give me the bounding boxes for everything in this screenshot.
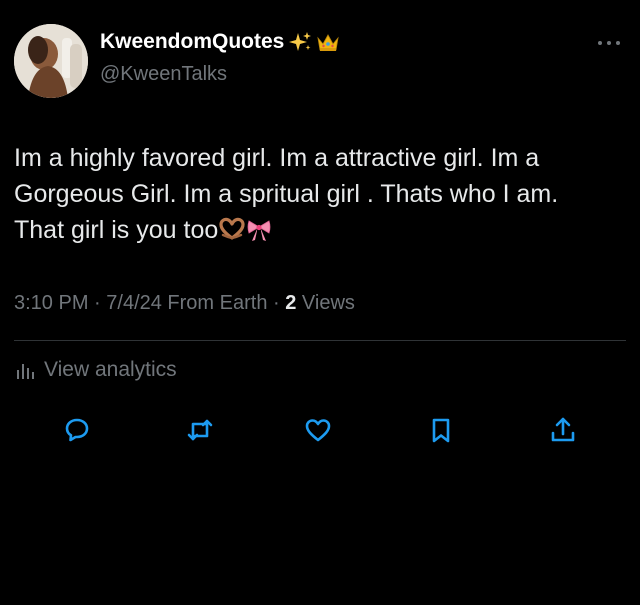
action-bar <box>0 410 640 454</box>
sparkles-icon <box>288 30 312 54</box>
views-count: 2 <box>285 292 297 314</box>
tweet-text-line: Gorgeous Girl. Im a spritual girl . That… <box>14 180 559 208</box>
tweet-text-line: Im a highly favored girl. Im a attractiv… <box>14 144 540 172</box>
tweet-text-line: That girl is you too <box>14 216 219 244</box>
bookmark-icon <box>432 418 450 443</box>
author-handle[interactable]: @KweenTalks <box>100 63 227 86</box>
meta-separator: · <box>267 292 286 314</box>
tweet-source: From Earth <box>161 292 268 314</box>
reply-button[interactable] <box>57 410 97 450</box>
analytics-icon <box>17 364 34 379</box>
meta-separator: · <box>88 292 107 314</box>
reply-icon <box>65 418 89 442</box>
avatar-image <box>14 24 88 98</box>
retweet-button[interactable] <box>180 410 220 450</box>
heart-hands-icon <box>219 216 245 242</box>
tweet-text: Im a highly favored girl. Im a attractiv… <box>14 140 626 248</box>
bookmark-button[interactable] <box>421 410 461 450</box>
ribbon-icon <box>246 216 272 242</box>
tweet-text-line-with-emojis: That girl is you too <box>14 212 626 248</box>
view-analytics-button[interactable]: View analytics <box>14 358 177 382</box>
like-button[interactable] <box>298 410 338 450</box>
share-button[interactable] <box>543 410 583 450</box>
tweet-time[interactable]: 3:10 PM <box>14 292 88 314</box>
tweet-detail: KweendomQuotes @KweenTalks Im a highly f… <box>0 0 640 605</box>
author-name-row[interactable]: KweendomQuotes <box>100 30 340 54</box>
share-icon <box>551 417 575 442</box>
tweet-meta: 3:10 PM · 7/4/24 From Earth · 2 Views <box>14 292 355 315</box>
tweet-date[interactable]: 7/4/24 <box>106 292 162 314</box>
like-icon <box>305 419 331 442</box>
view-analytics-label: View analytics <box>44 358 177 381</box>
views-label: Views <box>296 292 355 314</box>
divider <box>14 340 626 341</box>
retweet-icon <box>187 419 213 441</box>
author-display-name[interactable]: KweendomQuotes <box>100 30 284 54</box>
crown-icon <box>316 30 340 54</box>
avatar[interactable] <box>14 24 88 98</box>
more-options-icon[interactable] <box>597 38 621 48</box>
